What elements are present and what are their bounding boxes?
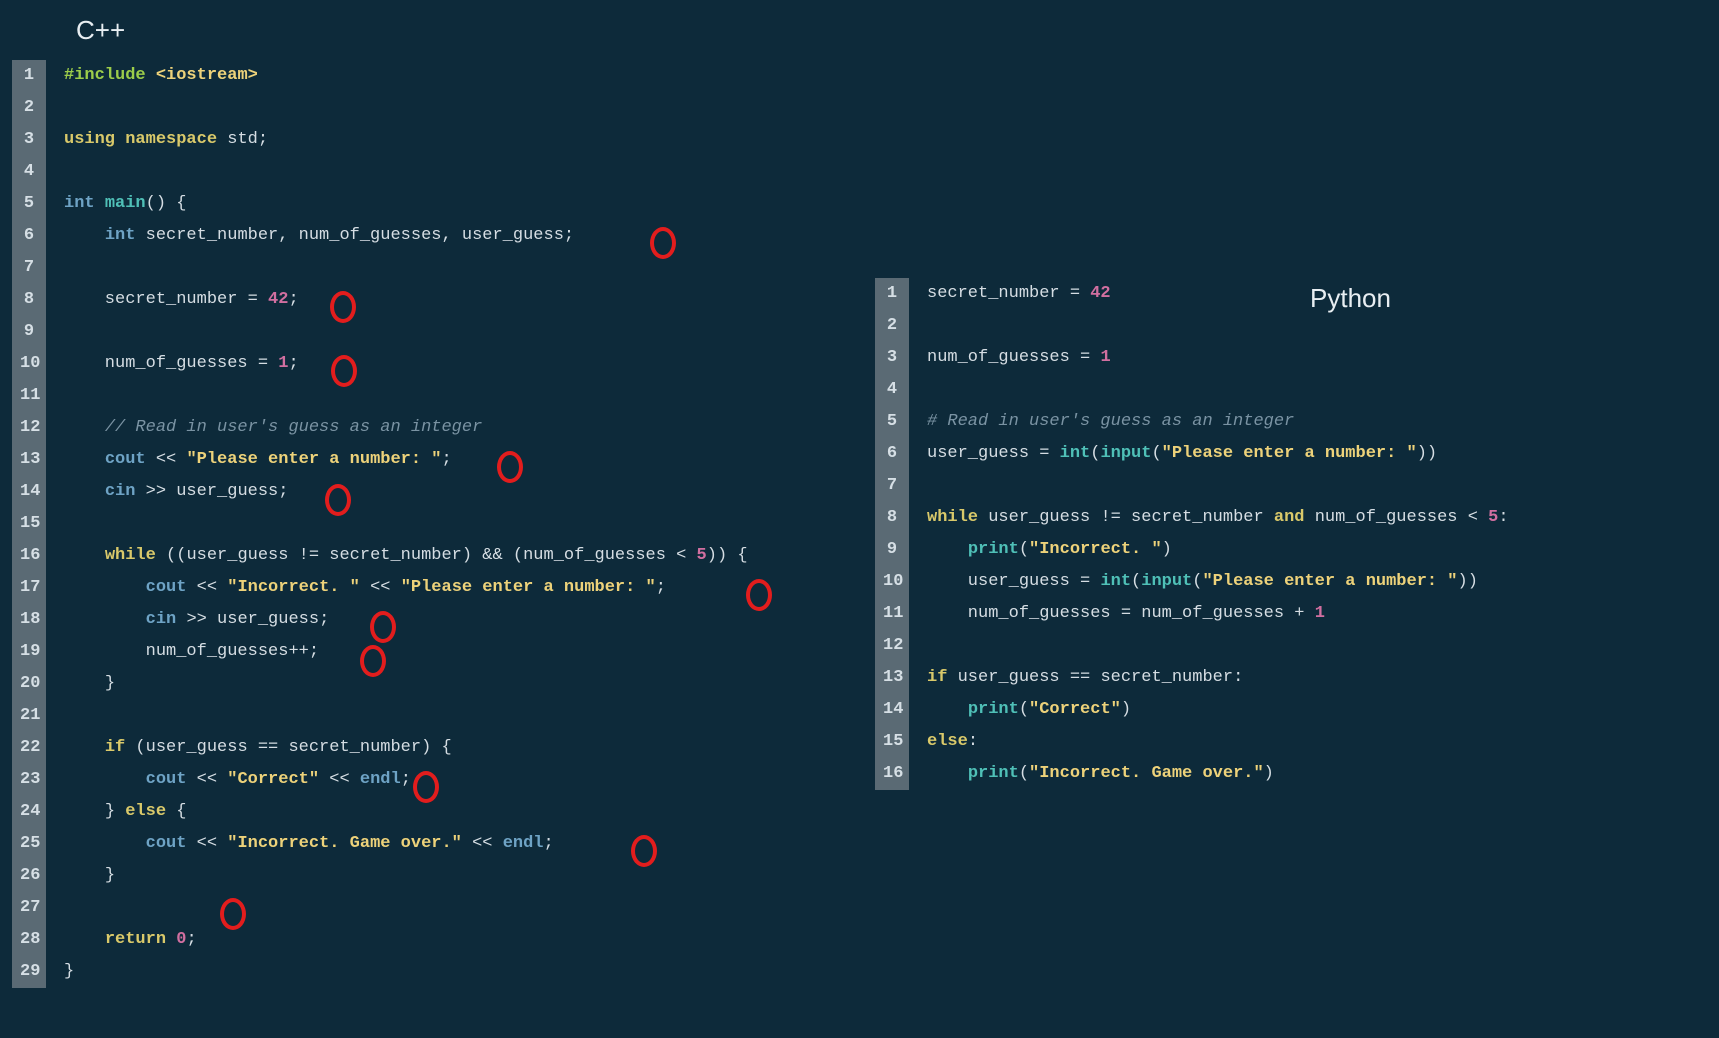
code-line[interactable]: num_of_guesses = 1;	[64, 348, 748, 380]
line-number: 2	[875, 310, 909, 342]
line-number: 23	[12, 764, 46, 796]
line-number: 5	[12, 188, 46, 220]
code-line[interactable]: user_guess = int(input("Please enter a n…	[927, 566, 1509, 598]
line-number: 12	[875, 630, 909, 662]
code-line[interactable]	[64, 92, 748, 124]
code-line[interactable]: secret_number = 42;	[64, 284, 748, 316]
code-line[interactable]: print("Incorrect. Game over.")	[927, 758, 1509, 790]
code-line[interactable]: }	[64, 860, 748, 892]
code-line[interactable]: int secret_number, num_of_guesses, user_…	[64, 220, 748, 252]
line-number: 16	[12, 540, 46, 572]
code-line[interactable]: cout << "Correct" << endl;	[64, 764, 748, 796]
code-line[interactable]: secret_number = 42	[927, 278, 1509, 310]
code-line[interactable]: cin >> user_guess;	[64, 604, 748, 636]
code-line[interactable]: num_of_guesses = 1	[927, 342, 1509, 374]
cpp-gutter: 1234567891011121314151617181920212223242…	[12, 60, 46, 988]
code-line[interactable]: int main() {	[64, 188, 748, 220]
code-line[interactable]	[64, 892, 748, 924]
cpp-title: C++	[76, 15, 125, 46]
line-number: 14	[875, 694, 909, 726]
semicolon-highlight	[746, 579, 772, 611]
code-line[interactable]: #include <iostream>	[64, 60, 748, 92]
code-line[interactable]	[64, 380, 748, 412]
code-line[interactable]	[64, 700, 748, 732]
py-gutter: 12345678910111213141516	[875, 278, 909, 790]
code-line[interactable]	[927, 470, 1509, 502]
line-number: 4	[12, 156, 46, 188]
code-line[interactable]: return 0;	[64, 924, 748, 956]
code-line[interactable]	[64, 252, 748, 284]
code-line[interactable]	[64, 156, 748, 188]
line-number: 29	[12, 956, 46, 988]
line-number: 22	[12, 732, 46, 764]
code-line[interactable]: # Read in user's guess as an integer	[927, 406, 1509, 438]
line-number: 6	[12, 220, 46, 252]
line-number: 25	[12, 828, 46, 860]
line-number: 10	[875, 566, 909, 598]
line-number: 14	[12, 476, 46, 508]
python-editor[interactable]: 12345678910111213141516 secret_number = …	[875, 278, 1509, 790]
line-number: 28	[12, 924, 46, 956]
line-number: 3	[875, 342, 909, 374]
code-line[interactable]: print("Incorrect. ")	[927, 534, 1509, 566]
line-number: 13	[12, 444, 46, 476]
code-line[interactable]	[927, 630, 1509, 662]
code-line[interactable]: cout << "Please enter a number: ";	[64, 444, 748, 476]
line-number: 10	[12, 348, 46, 380]
line-number: 8	[875, 502, 909, 534]
code-line[interactable]: if user_guess == secret_number:	[927, 662, 1509, 694]
code-line[interactable]: cout << "Incorrect. Game over." << endl;	[64, 828, 748, 860]
line-number: 20	[12, 668, 46, 700]
line-number: 15	[12, 508, 46, 540]
line-number: 6	[875, 438, 909, 470]
code-line[interactable]: using namespace std;	[64, 124, 748, 156]
code-line[interactable]: num_of_guesses++;	[64, 636, 748, 668]
code-line[interactable]: while ((user_guess != secret_number) && …	[64, 540, 748, 572]
code-line[interactable]: }	[64, 668, 748, 700]
line-number: 12	[12, 412, 46, 444]
code-line[interactable]: else:	[927, 726, 1509, 758]
line-number: 1	[12, 60, 46, 92]
cpp-editor[interactable]: 1234567891011121314151617181920212223242…	[12, 60, 748, 988]
line-number: 16	[875, 758, 909, 790]
line-number: 17	[12, 572, 46, 604]
line-number: 3	[12, 124, 46, 156]
line-number: 1	[875, 278, 909, 310]
code-line[interactable]: }	[64, 956, 748, 988]
line-number: 7	[12, 252, 46, 284]
line-number: 26	[12, 860, 46, 892]
code-line[interactable]: while user_guess != secret_number and nu…	[927, 502, 1509, 534]
code-line[interactable]	[927, 310, 1509, 342]
line-number: 19	[12, 636, 46, 668]
code-line[interactable]: user_guess = int(input("Please enter a n…	[927, 438, 1509, 470]
line-number: 24	[12, 796, 46, 828]
line-number: 9	[875, 534, 909, 566]
line-number: 15	[875, 726, 909, 758]
cpp-code[interactable]: #include <iostream> using namespace std;…	[46, 60, 748, 988]
line-number: 11	[875, 598, 909, 630]
code-line[interactable]	[927, 374, 1509, 406]
code-line[interactable]: print("Correct")	[927, 694, 1509, 726]
code-line[interactable]: } else {	[64, 796, 748, 828]
line-number: 11	[12, 380, 46, 412]
code-line[interactable]	[64, 508, 748, 540]
line-number: 8	[12, 284, 46, 316]
line-number: 4	[875, 374, 909, 406]
line-number: 5	[875, 406, 909, 438]
code-line[interactable]	[64, 316, 748, 348]
line-number: 9	[12, 316, 46, 348]
code-line[interactable]: cin >> user_guess;	[64, 476, 748, 508]
line-number: 7	[875, 470, 909, 502]
line-number: 13	[875, 662, 909, 694]
line-number: 27	[12, 892, 46, 924]
line-number: 21	[12, 700, 46, 732]
code-line[interactable]: cout << "Incorrect. " << "Please enter a…	[64, 572, 748, 604]
code-line[interactable]: // Read in user's guess as an integer	[64, 412, 748, 444]
py-code[interactable]: secret_number = 42 num_of_guesses = 1 # …	[909, 278, 1509, 790]
line-number: 18	[12, 604, 46, 636]
code-line[interactable]: if (user_guess == secret_number) {	[64, 732, 748, 764]
line-number: 2	[12, 92, 46, 124]
code-line[interactable]: num_of_guesses = num_of_guesses + 1	[927, 598, 1509, 630]
